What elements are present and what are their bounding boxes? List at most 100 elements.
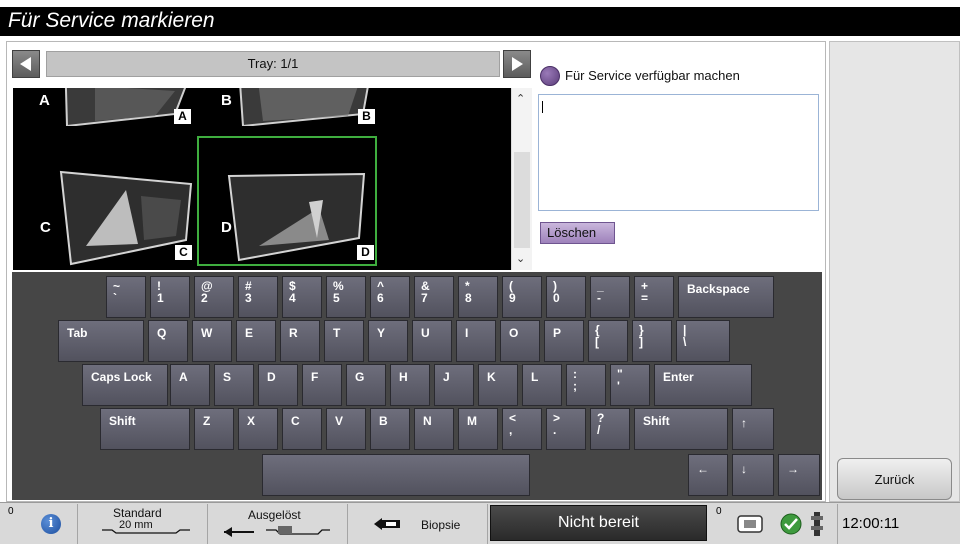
key-0[interactable]: ) 0 [546,276,586,318]
key-caps-lock[interactable]: Caps Lock [82,364,168,406]
service-available-radio[interactable] [540,66,560,86]
key-quote[interactable]: " ' [610,364,650,406]
key-arrow-right[interactable]: → [778,454,820,496]
key-equals[interactable]: + = [634,276,674,318]
thumbnail-letter: B [221,92,232,109]
clear-button[interactable]: Löschen [540,222,615,244]
key-q[interactable]: Q [148,320,188,362]
key-2[interactable]: @ 2 [194,276,234,318]
key-8[interactable]: * 8 [458,276,498,318]
key-h[interactable]: H [390,364,430,406]
key-space[interactable] [262,454,530,496]
clock: 12:00:11 [842,515,900,532]
scroll-down-icon[interactable]: ⌄ [516,252,525,265]
scroll-up-icon[interactable]: ⌃ [516,92,525,105]
alert-count: 0 [716,506,722,517]
key-6[interactable]: ^ 6 [370,276,410,318]
check-ok-icon [780,513,802,535]
key-t[interactable]: T [324,320,364,362]
key-o[interactable]: O [500,320,540,362]
info-segment[interactable]: 0 i [0,504,78,544]
key-shift-right[interactable]: Shift [634,408,728,450]
thumbnail-d[interactable]: D D [197,136,377,266]
tray-next-button[interactable] [503,50,531,78]
key-z[interactable]: Z [194,408,234,450]
key-period[interactable]: > . [546,408,586,450]
key-5[interactable]: % 5 [326,276,366,318]
key-right-bracket[interactable]: } ] [632,320,672,362]
key-d[interactable]: D [258,364,298,406]
key-k[interactable]: K [478,364,518,406]
thumbnail-b[interactable]: B B [198,88,378,128]
biopsy-label: Biopsie [421,518,461,532]
key-1[interactable]: ! 1 [150,276,190,318]
key-r[interactable]: R [280,320,320,362]
key-m[interactable]: M [458,408,498,450]
key-g[interactable]: G [346,364,386,406]
tray-prev-button[interactable] [12,50,40,78]
info-count: 0 [8,506,14,517]
key-v[interactable]: V [326,408,366,450]
key-w[interactable]: W [192,320,232,362]
key-a[interactable]: A [170,364,210,406]
key-7[interactable]: & 7 [414,276,454,318]
thumbnail-badge: D [357,245,374,260]
biopsy-segment[interactable]: Biopsie [348,504,488,544]
window-title: Für Service markieren [8,9,215,32]
paddle-size-segment[interactable]: Standard 20 mm [78,504,208,544]
system-state-display: Nicht bereit [490,505,707,541]
key-l[interactable]: L [522,364,562,406]
key-4[interactable]: $ 4 [282,276,322,318]
back-button[interactable]: Zurück [837,458,952,500]
key-arrow-up[interactable]: ↑ [732,408,774,450]
key-comma[interactable]: < , [502,408,542,450]
thumbnail-c[interactable]: C C [26,136,206,266]
key-s[interactable]: S [214,364,254,406]
key-slash[interactable]: ? / [590,408,630,450]
key-minus[interactable]: _ - [590,276,630,318]
key-n[interactable]: N [414,408,454,450]
key-b[interactable]: B [370,408,410,450]
key-arrow-down[interactable]: ↓ [732,454,774,496]
compression-segment[interactable]: Ausgelöst [208,504,348,544]
text-caret [542,101,543,113]
key-tab[interactable]: Tab [58,320,144,362]
key-left-bracket[interactable]: { [ [588,320,628,362]
thumbnail-scrollbar[interactable]: ⌃ ⌄ [511,88,532,270]
info-icon: i [41,514,61,534]
thumbnail-badge: B [358,109,375,124]
alerts-segment[interactable]: 0 [710,504,838,544]
thumbnail-a[interactable]: A A [25,88,205,128]
key-x[interactable]: X [238,408,278,450]
release-arrow-icon [224,526,330,537]
key-j[interactable]: J [434,364,474,406]
thumbnail-letter: D [221,219,232,236]
service-note-field[interactable] [538,94,819,211]
key-y[interactable]: Y [368,320,408,362]
key-backtick[interactable]: ~ ` [106,276,146,318]
key-3[interactable]: # 3 [238,276,278,318]
key-shift-left[interactable]: Shift [100,408,190,450]
key-i[interactable]: I [456,320,496,362]
key-arrow-left[interactable]: ← [688,454,728,496]
title-bar: Für Service markieren [0,7,960,36]
key-backslash[interactable]: | \ [676,320,730,362]
key-e[interactable]: E [236,320,276,362]
side-panel [829,41,960,502]
key-u[interactable]: U [412,320,452,362]
arrow-right-icon [512,57,523,71]
thumbnail-letter: C [40,219,51,236]
arrow-left-icon [20,57,31,71]
key-enter[interactable]: Enter [654,364,752,406]
paddle-icon [102,529,190,534]
tray-indicator: Tray: 1/1 [46,51,500,77]
specimen-thumbnail-grid: A A B B C C D D [13,88,511,270]
key-f[interactable]: F [302,364,342,406]
key-backspace[interactable]: Backspace [678,276,774,318]
key-c[interactable]: C [282,408,322,450]
service-available-label: Für Service verfügbar machen [565,68,740,83]
key-9[interactable]: ( 9 [502,276,542,318]
scroll-thumb[interactable] [514,152,530,248]
key-semicolon[interactable]: : ; [566,364,606,406]
key-p[interactable]: P [544,320,584,362]
